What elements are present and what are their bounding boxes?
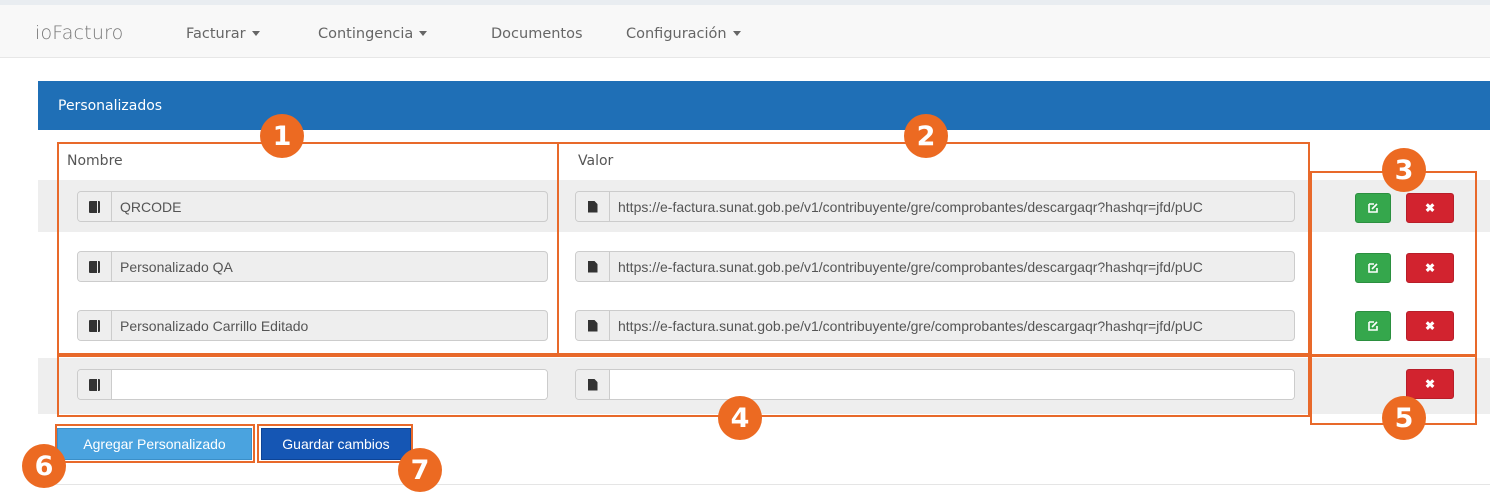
book-icon (78, 370, 112, 399)
annotation-badge: 3 (1382, 148, 1426, 192)
annotation-badge: 6 (22, 444, 66, 488)
file-icon (576, 370, 610, 399)
value-field-value: https://e-factura.sunat.gob.pe/v1/contri… (618, 259, 1203, 275)
new-name-input[interactable] (77, 369, 548, 400)
annotation-badge: 5 (1382, 396, 1426, 440)
value-field-value: https://e-factura.sunat.gob.pe/v1/contri… (618, 318, 1203, 334)
edit-button[interactable] (1355, 193, 1391, 223)
divider (38, 484, 1490, 485)
annotation-badge: 7 (398, 448, 442, 492)
edit-button[interactable] (1355, 253, 1391, 283)
edit-icon (1368, 321, 1378, 331)
value-field[interactable]: https://e-factura.sunat.gob.pe/v1/contri… (575, 251, 1295, 282)
save-changes-button[interactable]: Guardar cambios (261, 428, 411, 460)
nav-configuracion[interactable]: Configuración (626, 26, 741, 42)
panel-header: Personalizados (38, 81, 1490, 130)
column-header-name: Nombre (67, 153, 123, 169)
close-icon: ✖ (1424, 319, 1436, 333)
chevron-down-icon (732, 31, 741, 36)
nav-facturar-label: Facturar (186, 26, 246, 42)
file-icon (576, 192, 610, 221)
panel-title: Personalizados (58, 98, 163, 114)
column-header-value: Valor (578, 153, 614, 169)
chevron-down-icon (419, 31, 428, 36)
edit-icon (1368, 203, 1378, 213)
new-value-input-box[interactable] (610, 370, 1294, 399)
new-name-input-box[interactable] (112, 370, 547, 399)
navbar: ioFacturo Facturar Contingencia Document… (0, 5, 1490, 58)
new-value-input[interactable] (575, 369, 1295, 400)
book-icon (78, 192, 112, 221)
book-icon (78, 252, 112, 281)
edit-button[interactable] (1355, 311, 1391, 341)
value-field-value: https://e-factura.sunat.gob.pe/v1/contri… (618, 199, 1203, 215)
close-icon: ✖ (1424, 377, 1436, 391)
nav-documentos[interactable]: Documentos (491, 26, 583, 42)
delete-button[interactable]: ✖ (1406, 193, 1454, 223)
nav-contingencia[interactable]: Contingencia (318, 26, 428, 42)
nav-documentos-label: Documentos (491, 26, 583, 42)
name-field[interactable]: Personalizado Carrillo Editado (77, 310, 548, 341)
annotation-badge: 1 (260, 114, 304, 158)
name-field-value: Personalizado QA (120, 259, 233, 275)
delete-button[interactable]: ✖ (1406, 253, 1454, 283)
name-field-value: Personalizado Carrillo Editado (120, 318, 309, 334)
close-icon: ✖ (1424, 261, 1436, 275)
annotation-badge: 4 (718, 396, 762, 440)
file-icon (576, 252, 610, 281)
nav-facturar[interactable]: Facturar (186, 26, 260, 42)
file-icon (576, 311, 610, 340)
nav-contingencia-label: Contingencia (318, 26, 414, 42)
add-custom-button[interactable]: Agregar Personalizado (57, 428, 252, 460)
delete-new-row-button[interactable]: ✖ (1406, 369, 1454, 399)
brand-logo[interactable]: ioFacturo (35, 22, 124, 44)
value-field[interactable]: https://e-factura.sunat.gob.pe/v1/contri… (575, 191, 1295, 222)
name-field-value: QRCODE (120, 199, 182, 215)
delete-button[interactable]: ✖ (1406, 311, 1454, 341)
panel-body (38, 130, 1490, 448)
name-field[interactable]: QRCODE (77, 191, 548, 222)
nav-configuracion-label: Configuración (626, 26, 727, 42)
close-icon: ✖ (1424, 201, 1436, 215)
value-field[interactable]: https://e-factura.sunat.gob.pe/v1/contri… (575, 310, 1295, 341)
annotation-badge: 2 (904, 114, 948, 158)
name-field[interactable]: Personalizado QA (77, 251, 548, 282)
book-icon (78, 311, 112, 340)
chevron-down-icon (251, 31, 260, 36)
edit-icon (1368, 263, 1378, 273)
